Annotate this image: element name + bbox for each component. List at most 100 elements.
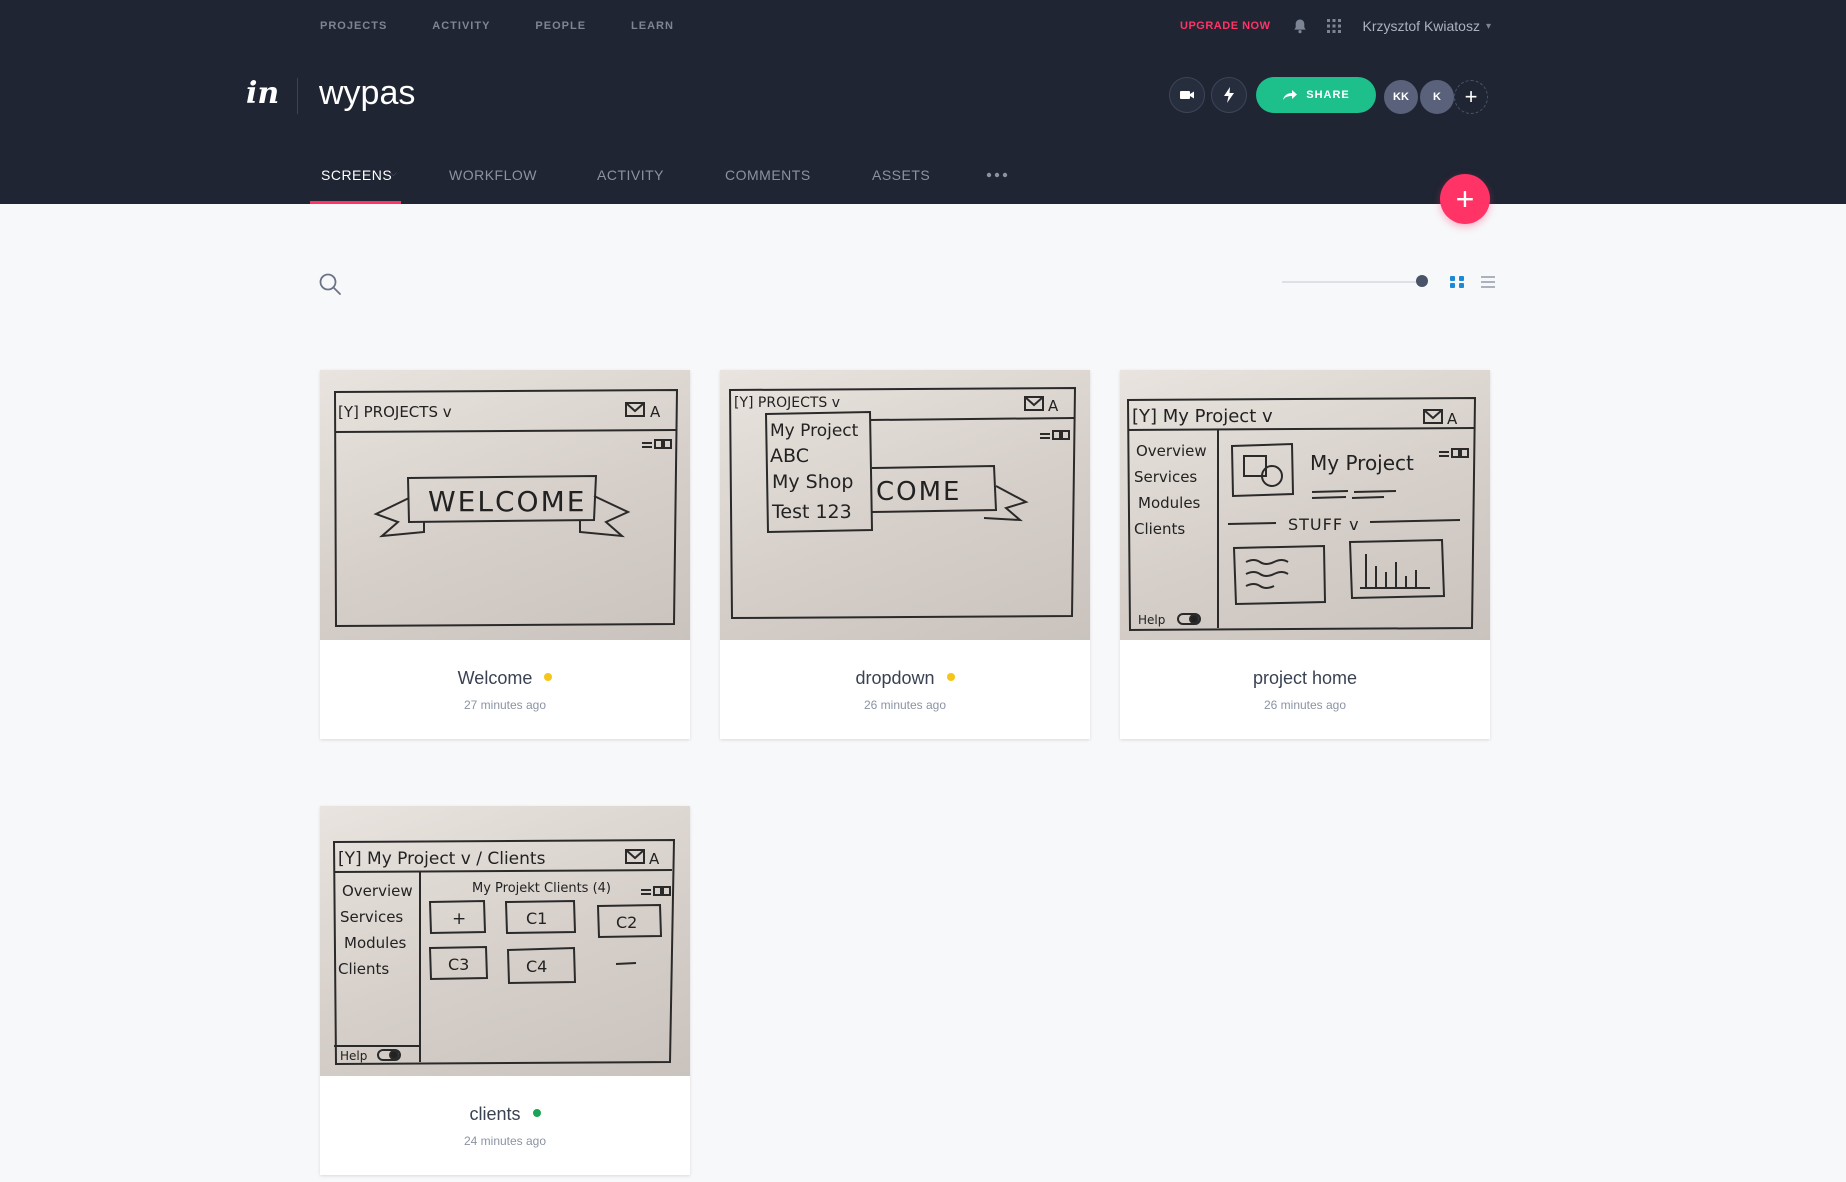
- apps-grid-icon[interactable]: [1326, 18, 1342, 34]
- sketch-side-item: Services: [340, 908, 403, 926]
- screen-timestamp: 26 minutes ago: [863, 698, 947, 712]
- sketch-side-item: Modules: [1138, 494, 1201, 512]
- search-icon[interactable]: [318, 272, 342, 296]
- sketch-banner-text: COME: [876, 477, 961, 507]
- share-button[interactable]: SHARE: [1256, 77, 1376, 113]
- sketch-tile: +: [452, 909, 466, 929]
- sketch-section-label: STUFF v: [1288, 515, 1360, 534]
- sketch-user-glyph: A: [650, 403, 661, 421]
- sketch-side-item: Services: [1134, 468, 1197, 486]
- prototype-mode-button[interactable]: [1211, 77, 1247, 113]
- screen-timestamp: 26 minutes ago: [1263, 698, 1347, 712]
- add-member-button[interactable]: +: [1454, 80, 1488, 114]
- sketch-top-label: [Y] PROJECTS v: [734, 395, 840, 411]
- sketch-menu-item: Test 123: [771, 501, 852, 523]
- screen-name[interactable]: Welcome: [320, 668, 690, 689]
- bell-icon[interactable]: [1292, 18, 1308, 34]
- active-tab-indicator: [310, 201, 401, 204]
- sketch-top-label: [Y] My Project v: [1132, 406, 1273, 427]
- sketch-banner-text: WELCOME: [428, 485, 586, 518]
- status-dot-yellow[interactable]: [946, 673, 955, 681]
- screen-card[interactable]: [Y] My Project v A Overview Services Mod…: [1120, 370, 1490, 739]
- topnav-people[interactable]: PEOPLE: [535, 20, 586, 32]
- sketch-heading: My Project: [1310, 451, 1414, 475]
- sketch-side-item: Clients: [1134, 520, 1185, 538]
- sketch-menu-item: My Shop: [772, 471, 853, 493]
- screen-name[interactable]: project home: [1120, 668, 1490, 689]
- invision-logo[interactable]: in: [246, 76, 279, 111]
- zoom-slider-track[interactable]: [1282, 281, 1422, 283]
- screen-thumbnail[interactable]: [Y] PROJECTS v A WELCOME: [320, 370, 690, 640]
- sketch-dropdown: [Y] PROJECTS v A My Project ABC My Shop …: [728, 386, 1077, 620]
- sketch-side-item: Overview: [342, 882, 413, 900]
- add-screen-button[interactable]: +: [1440, 174, 1490, 224]
- sketch-welcome: [Y] PROJECTS v A WELCOME: [333, 388, 679, 628]
- status-dot-green[interactable]: [532, 1109, 541, 1117]
- sketch-user-glyph: A: [1447, 410, 1458, 428]
- tab-assets-label: ASSETS: [872, 167, 931, 183]
- topnav-learn[interactable]: LEARN: [631, 20, 674, 32]
- upgrade-now-link[interactable]: UPGRADE NOW: [1180, 20, 1270, 32]
- screen-card[interactable]: [Y] My Project v / Clients A Overview Se…: [320, 806, 690, 1175]
- chevron-down-icon[interactable]: ⌵: [390, 168, 397, 179]
- lightning-icon: [1224, 87, 1234, 103]
- screen-card[interactable]: [Y] PROJECTS v A WELCOME Welcome 27 minu…: [320, 370, 690, 739]
- grid-view-icon[interactable]: [1449, 275, 1465, 289]
- sketch-menu-item: ABC: [770, 445, 809, 467]
- screen-title: clients: [469, 1104, 521, 1124]
- sketch-project-home: [Y] My Project v A Overview Services Mod…: [1126, 396, 1477, 632]
- avatar-k[interactable]: K: [1418, 78, 1456, 116]
- tab-activity-label: ACTIVITY: [597, 167, 665, 183]
- avatar-kk[interactable]: KK: [1382, 78, 1420, 116]
- record-video-button[interactable]: [1169, 77, 1205, 113]
- sketch-tile: C2: [616, 913, 637, 932]
- status-dot-yellow[interactable]: [544, 673, 553, 681]
- screen-name[interactable]: clients: [320, 1104, 690, 1125]
- sketch-side-item: Clients: [338, 960, 389, 978]
- screen-card[interactable]: [Y] PROJECTS v A My Project ABC My Shop …: [720, 370, 1090, 739]
- screen-timestamp: 24 minutes ago: [463, 1134, 547, 1148]
- tab-screens-label: SCREENS: [321, 167, 393, 183]
- sketch-top-label: [Y] My Project v / Clients: [338, 849, 546, 869]
- list-view-icon[interactable]: [1480, 275, 1496, 289]
- tab-workflow-label: WORKFLOW: [449, 167, 537, 183]
- screen-thumbnail[interactable]: [Y] My Project v A Overview Services Mod…: [1120, 370, 1490, 640]
- top-nav: PROJECTS ACTIVITY PEOPLE LEARN: [320, 20, 719, 32]
- topnav-projects[interactable]: PROJECTS: [320, 20, 387, 32]
- sketch-tile: C4: [526, 957, 547, 976]
- tab-comments-label: COMMENTS: [725, 167, 811, 183]
- chevron-down-icon[interactable]: ▾: [1486, 21, 1491, 32]
- screen-title: dropdown: [855, 668, 935, 688]
- screen-thumbnail[interactable]: [Y] My Project v / Clients A Overview Se…: [320, 806, 690, 1076]
- sketch-side-item: Overview: [1136, 442, 1207, 460]
- plus-icon: +: [1455, 180, 1475, 217]
- project-title[interactable]: wypas: [319, 74, 415, 113]
- sketch-tile: C1: [526, 909, 547, 928]
- screen-timestamp: 27 minutes ago: [463, 698, 547, 712]
- sketch-side-item: Modules: [344, 934, 407, 952]
- screen-name[interactable]: dropdown: [720, 668, 1090, 689]
- plus-icon: +: [1464, 84, 1478, 109]
- topnav-activity[interactable]: ACTIVITY: [432, 20, 490, 32]
- share-arrow-icon: [1283, 90, 1298, 100]
- sketch-clients: [Y] My Project v / Clients A Overview Se…: [332, 838, 676, 1066]
- sketch-help-label: Help: [340, 1049, 367, 1063]
- screen-title: Welcome: [457, 668, 533, 688]
- sketch-tile: C3: [448, 955, 469, 974]
- screen-thumbnail[interactable]: [Y] PROJECTS v A My Project ABC My Shop …: [720, 370, 1090, 640]
- zoom-slider-handle[interactable]: [1416, 275, 1428, 287]
- top-right-controls: UPGRADE NOW Krzysztof Kwiatosz ▾: [1180, 18, 1491, 34]
- sketch-top-label: [Y] PROJECTS v: [338, 403, 452, 421]
- tab-screens[interactable]: SCREENS ⌵: [310, 160, 401, 204]
- sketch-menu-item: My Project: [770, 421, 859, 441]
- sketch-heading: My Projekt Clients (4): [472, 881, 611, 896]
- video-camera-icon: [1180, 91, 1194, 99]
- sketch-user-glyph: A: [1048, 397, 1059, 415]
- sketch-help-label: Help: [1138, 613, 1165, 627]
- sketch-user-glyph: A: [649, 850, 660, 868]
- more-dots-icon: [986, 172, 1008, 178]
- share-label: SHARE: [1306, 89, 1350, 101]
- user-menu[interactable]: Krzysztof Kwiatosz: [1362, 18, 1479, 34]
- app-header: PROJECTS ACTIVITY PEOPLE LEARN UPGRADE N…: [0, 0, 1846, 204]
- logo-divider: [297, 78, 298, 114]
